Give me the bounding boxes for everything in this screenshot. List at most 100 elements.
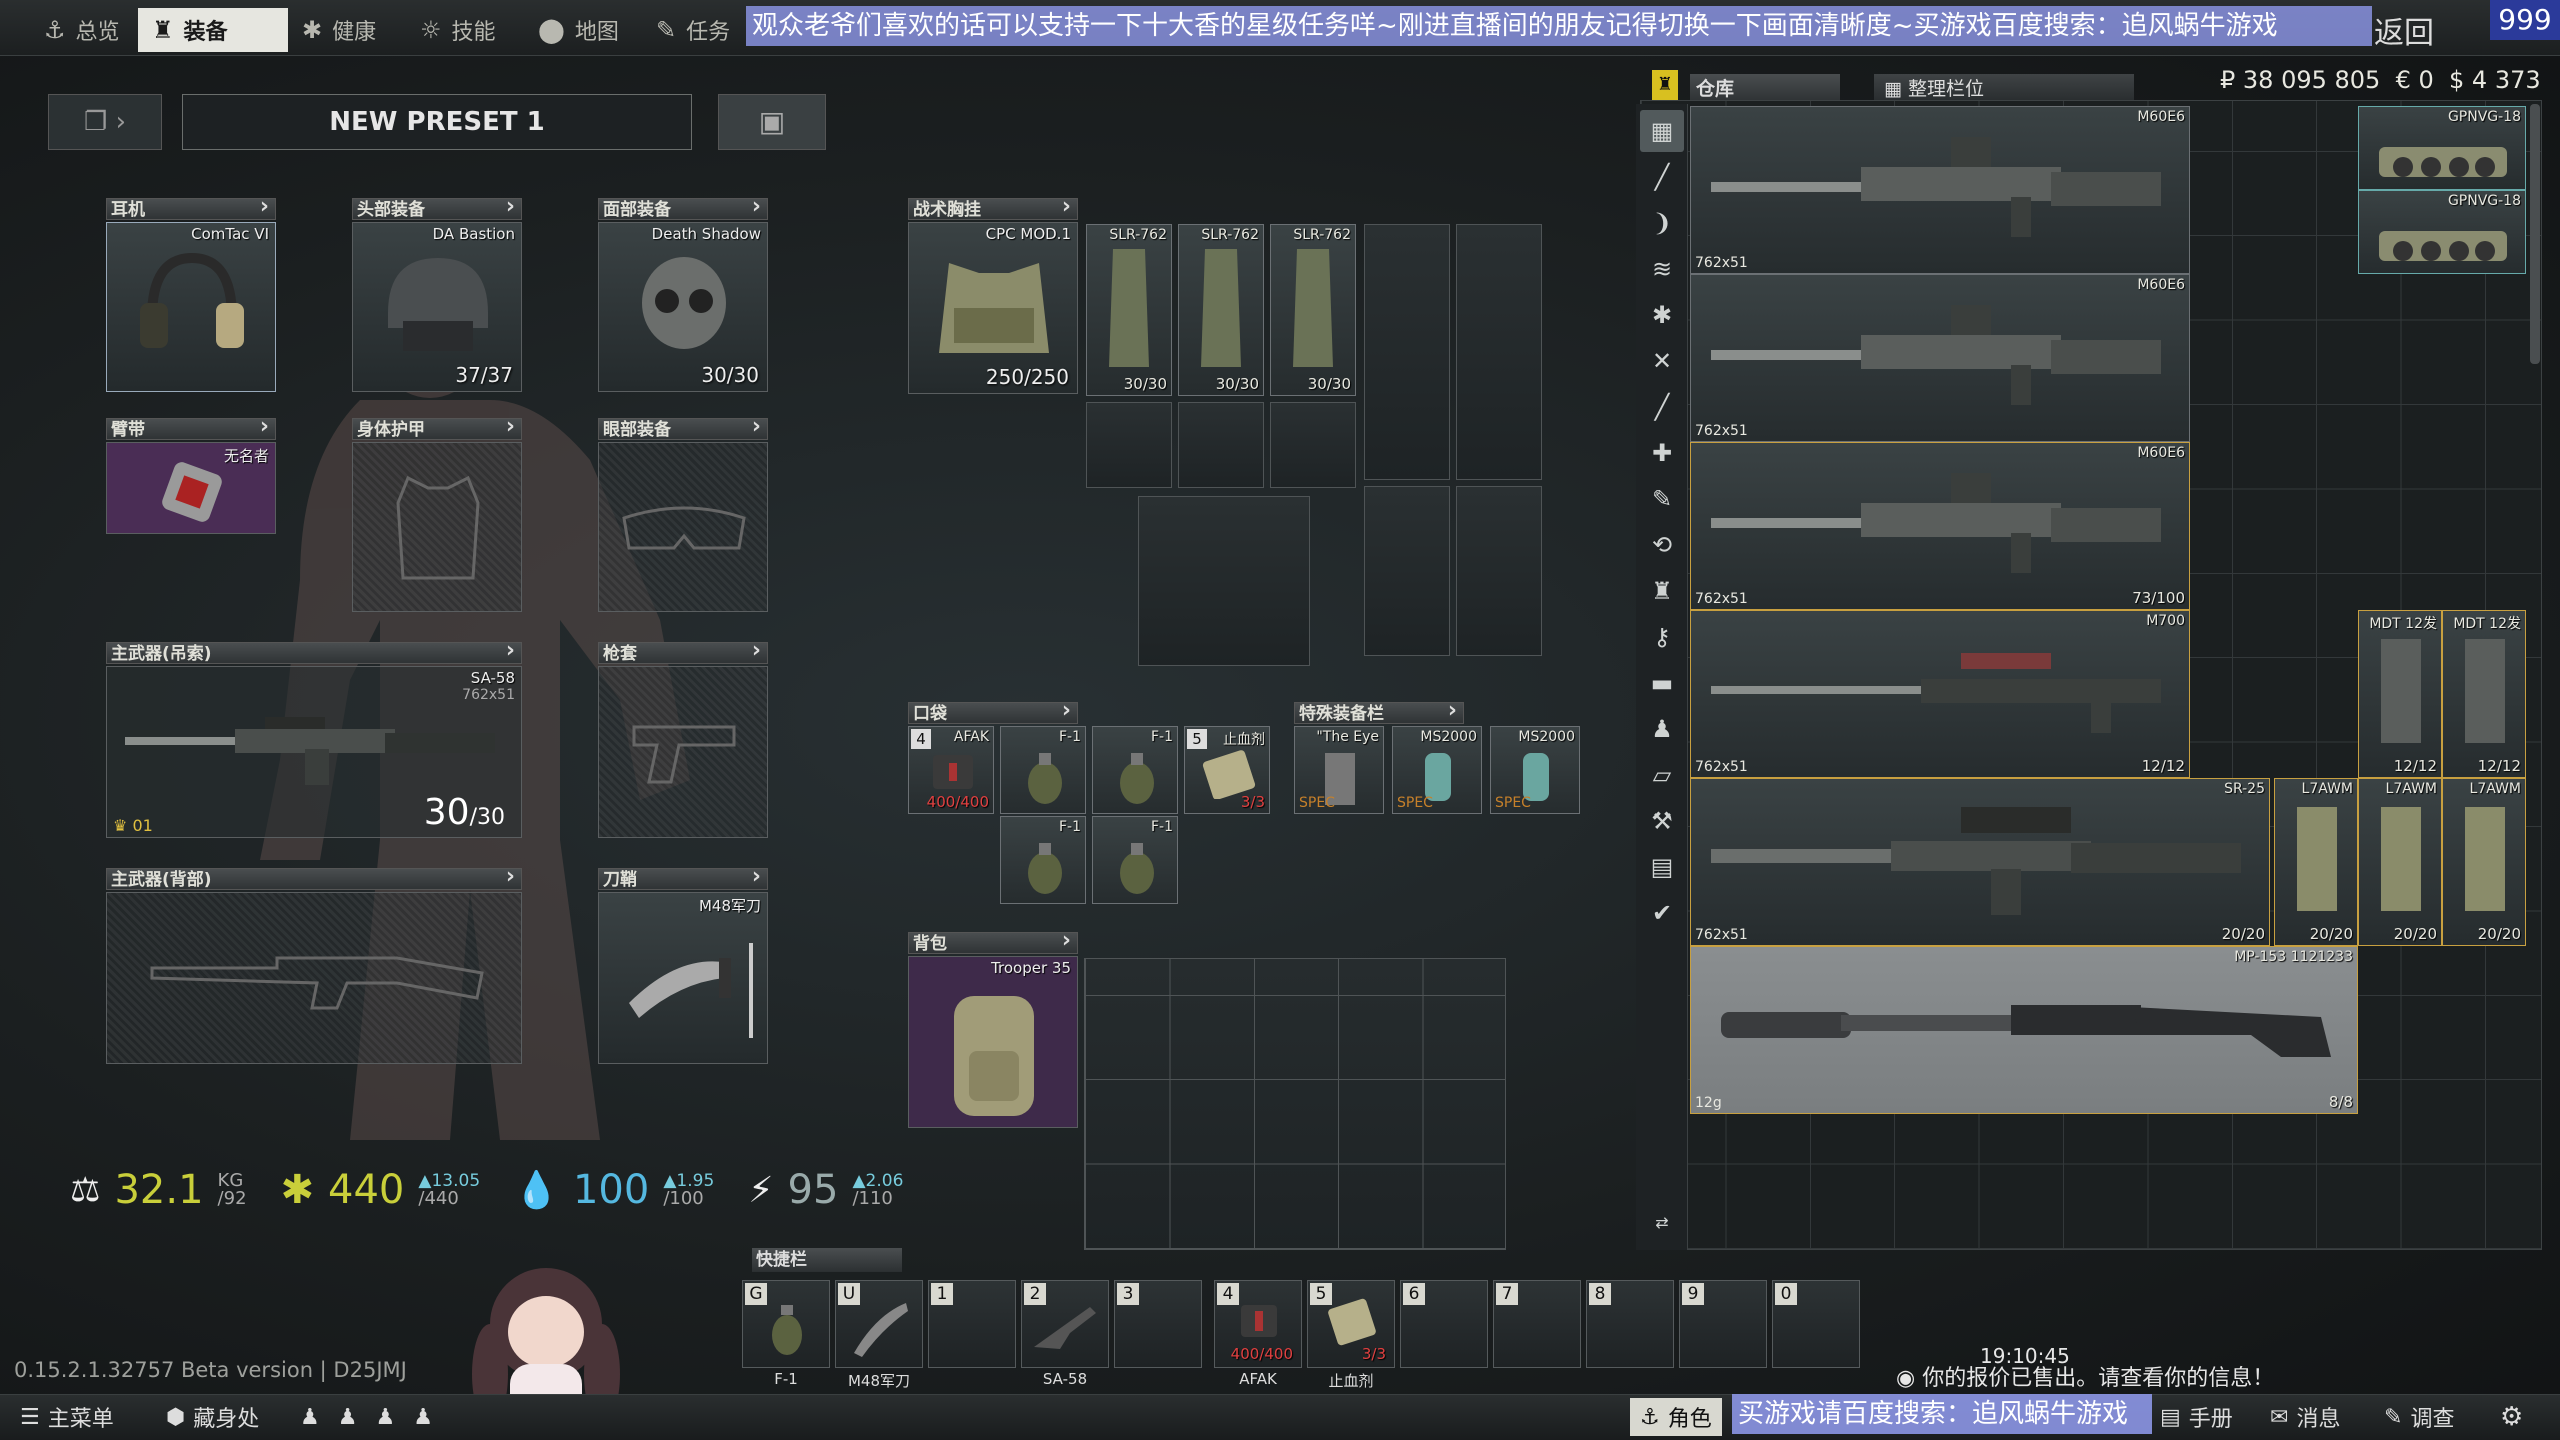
character-button[interactable]: ⚓ 角色 [1630,1398,1722,1436]
slot-scabbard[interactable]: M48军刀 [598,892,768,1064]
pocket-item-grenade[interactable]: F-1 [1000,726,1086,814]
stash-item-nvg[interactable]: GPNVG-18 [2358,190,2526,274]
filter-food-icon[interactable]: ♟ [1640,708,1684,750]
quickbar-slot[interactable]: 5 3/3 [1307,1280,1395,1368]
stash-item-shotgun[interactable]: MP-153 1121233 12g 8/8 [1690,946,2358,1114]
stash-item-magazine[interactable]: L7AWM 20/20 [2274,778,2358,946]
stream-banner: 观众老爷们喜欢的话可以支持一下十大香的星级任务咩~刚进直播间的朋友记得切换一下画… [746,6,2372,46]
favorite-icon[interactable]: ♜ [1652,70,1678,100]
tab-overview[interactable]: ⚓ 总览 [30,8,134,52]
quickbar-slot[interactable]: 9 [1679,1280,1767,1368]
preset-save-button[interactable]: ▣ [718,94,826,150]
quickbar-slot[interactable]: G [742,1280,830,1368]
tab-health[interactable]: ✱ 健康 [288,8,390,52]
pocket-item-afak[interactable]: 4 AFAK 400/400 [908,726,994,814]
tab-map[interactable]: ⬤ 地图 [524,8,633,52]
special-item[interactable]: "The Eye SPEC [1294,726,1384,814]
preset-list-button[interactable]: ❐ › [48,94,162,150]
survey-button[interactable]: ✎ 调查 [2384,1398,2454,1436]
stash-scrollbar[interactable] [2530,104,2540,364]
slot-rig[interactable]: CPC MOD.1 250/250 [908,222,1078,394]
rig-cell[interactable] [1364,486,1450,656]
stash-item-weapon[interactable]: M60E6 762x51 [1690,274,2190,442]
main-menu-button[interactable]: ☰ 主菜单 [20,1398,114,1436]
handbook-button[interactable]: ▤ 手册 [2160,1398,2233,1436]
slot-facecover[interactable]: Death Shadow 30/30 [598,222,768,392]
rig-cell[interactable] [1138,496,1310,666]
stash-item-weapon[interactable]: M60E6 762x51 73/100 [1690,442,2190,610]
filter-gear-icon[interactable]: ❩ [1640,202,1684,244]
slot-armband[interactable]: 无名者 [106,442,276,534]
filter-misc-icon[interactable]: ▤ [1640,846,1684,888]
stash-item-magazine[interactable]: L7AWM 20/20 [2442,778,2526,946]
filter-meds-icon[interactable]: ✚ [1640,432,1684,474]
rig-cell[interactable] [1086,402,1172,488]
filter-ammo-icon[interactable]: ≋ [1640,248,1684,290]
filter-collapse-icon[interactable]: ⇄ [1640,1202,1684,1244]
slot-earpiece[interactable]: ComTac VI [106,222,276,392]
notification-toast[interactable]: ◉ 你的报价已售出。请查看你的信息！ [1896,1360,2274,1392]
quickbar-slot[interactable]: 4 400/400 [1214,1280,1302,1368]
quickbar-slot[interactable]: 0 [1772,1280,1860,1368]
filter-all-icon[interactable]: ▦ [1640,110,1684,152]
special-item[interactable]: MS2000 SPEC [1490,726,1580,814]
filter-keys-icon[interactable]: ⚷ [1640,616,1684,658]
preset-name-field[interactable]: NEW PRESET 1 [182,94,692,150]
stash-item-magazine[interactable]: L7AWM 20/20 [2358,778,2442,946]
quickbar-slot[interactable]: U [835,1280,923,1368]
stash-item-weapon[interactable]: SR-25 762x51 20/20 [1690,778,2270,946]
back-button[interactable]: 返回 [2374,8,2434,52]
tab-tasks[interactable]: ✎ 任务 [642,8,744,52]
filter-quest-icon[interactable]: ✔ [1640,892,1684,934]
tab-skills[interactable]: ☼ 技能 [406,8,510,52]
filter-barter-icon[interactable]: ╱ [1640,386,1684,428]
slot-primary-back[interactable] [106,892,522,1064]
energy-icon: ⚡ [748,1169,774,1211]
party-slots[interactable]: ♟ ♟ ♟ ♟ [300,1398,433,1436]
rig-magazine[interactable]: SLR-762 30/30 [1270,224,1356,396]
quickbar-slot[interactable]: 2 [1021,1280,1109,1368]
special-item[interactable]: MS2000 SPEC [1392,726,1482,814]
filter-armor-icon[interactable]: ♜ [1640,570,1684,612]
backpack-grid[interactable] [1084,958,1506,1250]
pocket-item-grenade[interactable]: F-1 [1092,726,1178,814]
stash-item-magazine[interactable]: MDT 12发 12/12 [2442,610,2526,778]
rig-cell[interactable] [1178,402,1264,488]
filter-stim-icon[interactable]: ✎ [1640,478,1684,520]
messages-button[interactable]: ✉ 消息 [2270,1398,2340,1436]
slot-headwear[interactable]: DA Bastion 37/37 [352,222,522,392]
filter-provisions-icon[interactable]: ⟲ [1640,524,1684,566]
stash-item-weapon[interactable]: M60E6 762x51 [1690,106,2190,274]
filter-tools-icon[interactable]: ⚒ [1640,800,1684,842]
rig-cell[interactable] [1456,486,1542,656]
hideout-button[interactable]: ⬢ 藏身处 [166,1398,259,1436]
slot-eyewear[interactable] [598,442,768,612]
rig-magazine[interactable]: SLR-762 30/30 [1178,224,1264,396]
stash-item-nvg[interactable]: GPNVG-18 [2358,106,2526,190]
slot-holster[interactable] [598,666,768,838]
quickbar-slot[interactable]: 7 [1493,1280,1581,1368]
pocket-item-hemostat[interactable]: 5 止血剂 3/3 [1184,726,1270,814]
quickbar-slot[interactable]: 8 [1586,1280,1674,1368]
rig-magazine[interactable]: SLR-762 30/30 [1086,224,1172,396]
rig-cell[interactable] [1364,224,1450,480]
quickbar-slot[interactable]: 6 [1400,1280,1488,1368]
settings-button[interactable]: ⚙ [2500,1398,2523,1436]
quickbar-slot[interactable]: 3 [1114,1280,1202,1368]
slot-backpack[interactable]: Trooper 35 [908,956,1078,1128]
rig-cell[interactable] [1270,402,1356,488]
quickbar-slot[interactable]: 1 [928,1280,1016,1368]
pocket-item-grenade[interactable]: F-1 [1092,816,1178,904]
tab-gear[interactable]: ♜ 装备 [138,8,288,52]
filter-weapons-icon[interactable]: ╱ [1640,156,1684,198]
slot-primary-sling[interactable]: SA-58 762x51 ♛ 01 30/30 [106,666,522,838]
rig-cell[interactable] [1456,224,1542,480]
filter-melee-icon[interactable]: ✕ [1640,340,1684,382]
pocket-item-grenade[interactable]: F-1 [1000,816,1086,904]
filter-info-icon[interactable]: ▱ [1640,754,1684,796]
stash-item-weapon[interactable]: M700 762x51 12/12 [1690,610,2190,778]
filter-medical-icon[interactable]: ✱ [1640,294,1684,336]
filter-containers-icon[interactable]: ▬ [1640,662,1684,704]
slot-body-armor[interactable] [352,442,522,612]
stash-item-magazine[interactable]: MDT 12发 12/12 [2358,610,2442,778]
